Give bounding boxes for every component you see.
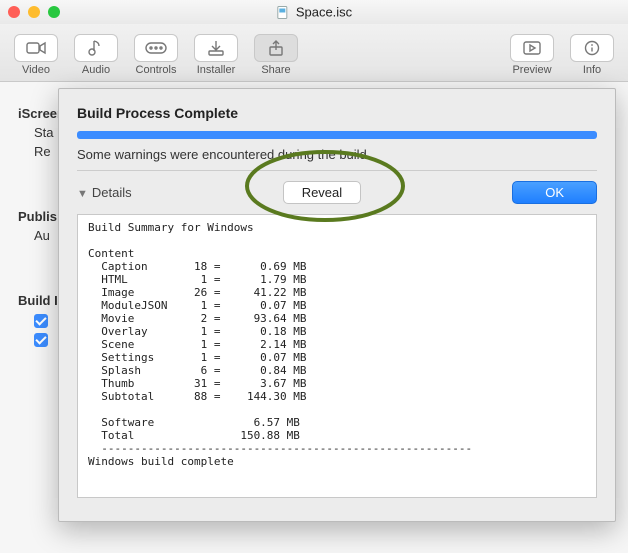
build-log[interactable]: Build Summary for Windows Content Captio… [77, 214, 597, 498]
toolbar-label: Video [22, 64, 50, 76]
info-icon [584, 40, 600, 56]
toolbar-label: Preview [512, 64, 551, 76]
toolbar-label: Audio [82, 64, 110, 76]
toolbar-label: Installer [197, 64, 236, 76]
details-row: ▼ Details Reveal OK [77, 181, 597, 204]
minimize-window-button[interactable] [28, 6, 40, 18]
window-title-text: Space.isc [296, 5, 352, 20]
reveal-button[interactable]: Reveal [283, 181, 361, 204]
toolbar-label: Share [261, 64, 290, 76]
audio-icon [87, 39, 105, 57]
window-title: Space.isc [276, 5, 352, 20]
video-icon [26, 40, 46, 56]
preview-icon [523, 41, 541, 55]
share-icon [267, 39, 285, 57]
dialog-title: Build Process Complete [77, 105, 597, 121]
titlebar: Space.isc [0, 0, 628, 24]
details-label: Details [92, 185, 132, 200]
toolbar-controls[interactable]: Controls [130, 34, 182, 76]
app-window: Space.isc Video Audio Controls Installer… [0, 0, 628, 553]
toolbar-label: Info [583, 64, 601, 76]
build-complete-dialog: Build Process Complete Some warnings wer… [58, 88, 616, 522]
progress-bar [77, 131, 597, 139]
toolbar: Video Audio Controls Installer Share Pre… [0, 24, 628, 82]
controls-icon [145, 41, 167, 55]
zoom-window-button[interactable] [48, 6, 60, 18]
document-icon [276, 5, 290, 19]
toolbar-video[interactable]: Video [10, 34, 62, 76]
chevron-down-icon: ▼ [77, 188, 88, 200]
toolbar-installer[interactable]: Installer [190, 34, 242, 76]
toolbar-preview[interactable]: Preview [506, 34, 558, 76]
separator [77, 170, 597, 171]
close-window-button[interactable] [8, 6, 20, 18]
disclosure-triangle[interactable]: ▼ Details [77, 184, 132, 202]
ok-button[interactable]: OK [512, 181, 597, 204]
toolbar-audio[interactable]: Audio [70, 34, 122, 76]
dialog-message: Some warnings were encountered during th… [77, 147, 597, 162]
toolbar-share[interactable]: Share [250, 34, 302, 76]
toolbar-label: Controls [136, 64, 177, 76]
toolbar-info[interactable]: Info [566, 34, 618, 76]
installer-icon [207, 40, 225, 56]
window-controls [8, 6, 60, 18]
